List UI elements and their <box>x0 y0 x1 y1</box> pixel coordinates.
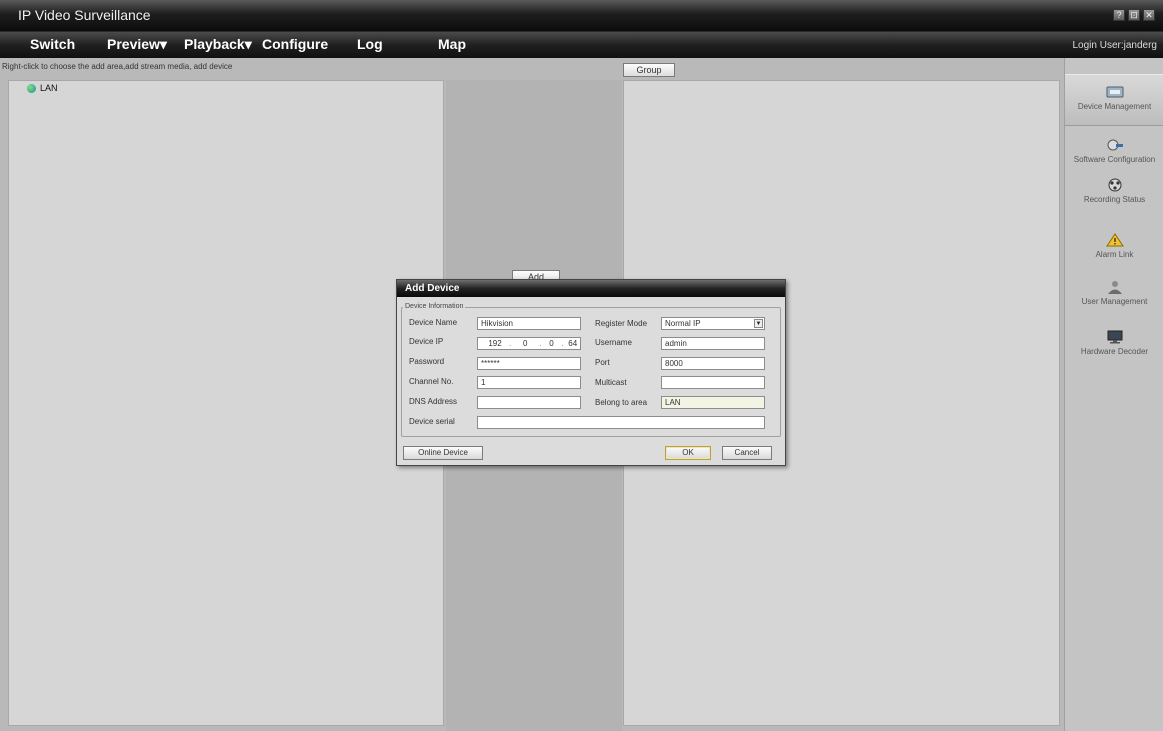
group-button[interactable]: Group <box>623 63 675 77</box>
sidebar-item-device-management[interactable]: Device Management <box>1065 74 1163 126</box>
device-ip-label: Device IP <box>409 337 444 346</box>
software-config-icon <box>1107 139 1123 151</box>
menu-playback[interactable]: Playback▾ <box>184 36 252 53</box>
multicast-label: Multicast <box>595 378 627 387</box>
sidebar-item-label: Software Configuration <box>1073 155 1156 164</box>
recording-icon <box>1108 178 1121 192</box>
tree-item-label: LAN <box>40 83 58 93</box>
menu-switch[interactable]: Switch <box>30 36 75 52</box>
device-serial-label: Device serial <box>409 417 455 426</box>
online-device-button[interactable]: Online Device <box>403 446 483 460</box>
tree-item-lan[interactable]: LAN <box>27 83 58 93</box>
ok-button[interactable]: OK <box>665 446 711 460</box>
password-field[interactable]: ****** <box>477 357 581 370</box>
multicast-field[interactable] <box>661 376 765 389</box>
dialog-title: Add Device <box>405 283 460 294</box>
sidebar-item-user-management[interactable]: User Management <box>1065 270 1163 322</box>
sidebar-item-label: User Management <box>1081 297 1148 306</box>
register-mode-select[interactable]: Normal IP ▼ <box>661 317 765 330</box>
sidebar-item-alarm-link[interactable]: Alarm Link <box>1065 223 1163 275</box>
close-icon[interactable]: ✕ <box>1143 9 1155 21</box>
globe-icon <box>27 83 36 93</box>
sidebar-item-label: Device Management <box>1077 102 1152 111</box>
username-field[interactable]: admin <box>661 337 765 350</box>
title-bar: IP Video Surveillance ? ⊡ ✕ <box>0 0 1163 32</box>
device-icon <box>1106 86 1123 98</box>
port-field[interactable]: 8000 <box>661 357 765 370</box>
channel-no-field[interactable]: 1 <box>477 376 581 389</box>
device-information-legend: Device Information <box>403 303 466 310</box>
device-ip-field[interactable]: 192. 0. 0. 64 <box>477 337 581 350</box>
app-window: IP Video Surveillance ? ⊡ ✕ Switch Previ… <box>0 0 1163 731</box>
channel-no-label: Channel No. <box>409 377 454 386</box>
cancel-button[interactable]: Cancel <box>722 446 772 460</box>
add-device-dialog: Add Device Device Information Device Nam… <box>396 279 786 466</box>
user-icon <box>1107 281 1122 294</box>
device-serial-field[interactable] <box>477 416 765 429</box>
login-user-label: Login User:janderg <box>1072 40 1158 51</box>
menu-bar: Switch Preview▾ Playback▾ Configure Log … <box>0 32 1163 58</box>
ip-octet-1: 192 <box>488 339 502 348</box>
menu-log[interactable]: Log <box>357 36 383 52</box>
dns-address-label: DNS Address <box>409 397 458 406</box>
app-title: IP Video Surveillance <box>18 7 151 23</box>
register-mode-label: Register Mode <box>595 319 648 328</box>
register-mode-value: Normal IP <box>665 319 701 328</box>
sidebar: Device Management Software Configuration… <box>1064 58 1163 731</box>
belong-to-area-label: Belong to area <box>595 398 648 407</box>
username-label: Username <box>595 338 632 347</box>
sidebar-item-label: Alarm Link <box>1095 250 1134 259</box>
password-label: Password <box>409 357 445 366</box>
alarm-icon <box>1105 233 1124 247</box>
device-name-label: Device Name <box>409 318 458 327</box>
menu-preview[interactable]: Preview▾ <box>107 36 167 53</box>
hint-text: Right-click to choose the add area,add s… <box>2 62 233 71</box>
belong-to-area-field[interactable]: LAN <box>661 396 765 409</box>
sidebar-item-label: Hardware Decoder <box>1080 347 1149 356</box>
ip-octet-2: 0 <box>523 339 528 348</box>
menu-configure[interactable]: Configure <box>262 36 328 52</box>
sidebar-item-label: Recording Status <box>1083 195 1146 204</box>
sidebar-item-recording-status[interactable]: Recording Status <box>1065 168 1163 220</box>
port-label: Port <box>595 358 610 367</box>
decoder-icon <box>1107 330 1122 344</box>
device-name-field[interactable]: Hikvision <box>477 317 581 330</box>
window-controls: ? ⊡ ✕ <box>1113 9 1155 21</box>
area-tree-panel[interactable]: LAN <box>8 80 444 726</box>
minimize-icon[interactable]: ⊡ <box>1128 9 1140 21</box>
sidebar-item-hardware-decoder[interactable]: Hardware Decoder <box>1065 320 1163 372</box>
chevron-down-icon[interactable]: ▼ <box>754 319 763 328</box>
ip-octet-3: 0 <box>549 339 554 348</box>
menu-map[interactable]: Map <box>438 36 466 52</box>
ip-octet-4: 64 <box>568 339 578 348</box>
dns-address-field[interactable] <box>477 396 581 409</box>
help-icon[interactable]: ? <box>1113 9 1125 21</box>
